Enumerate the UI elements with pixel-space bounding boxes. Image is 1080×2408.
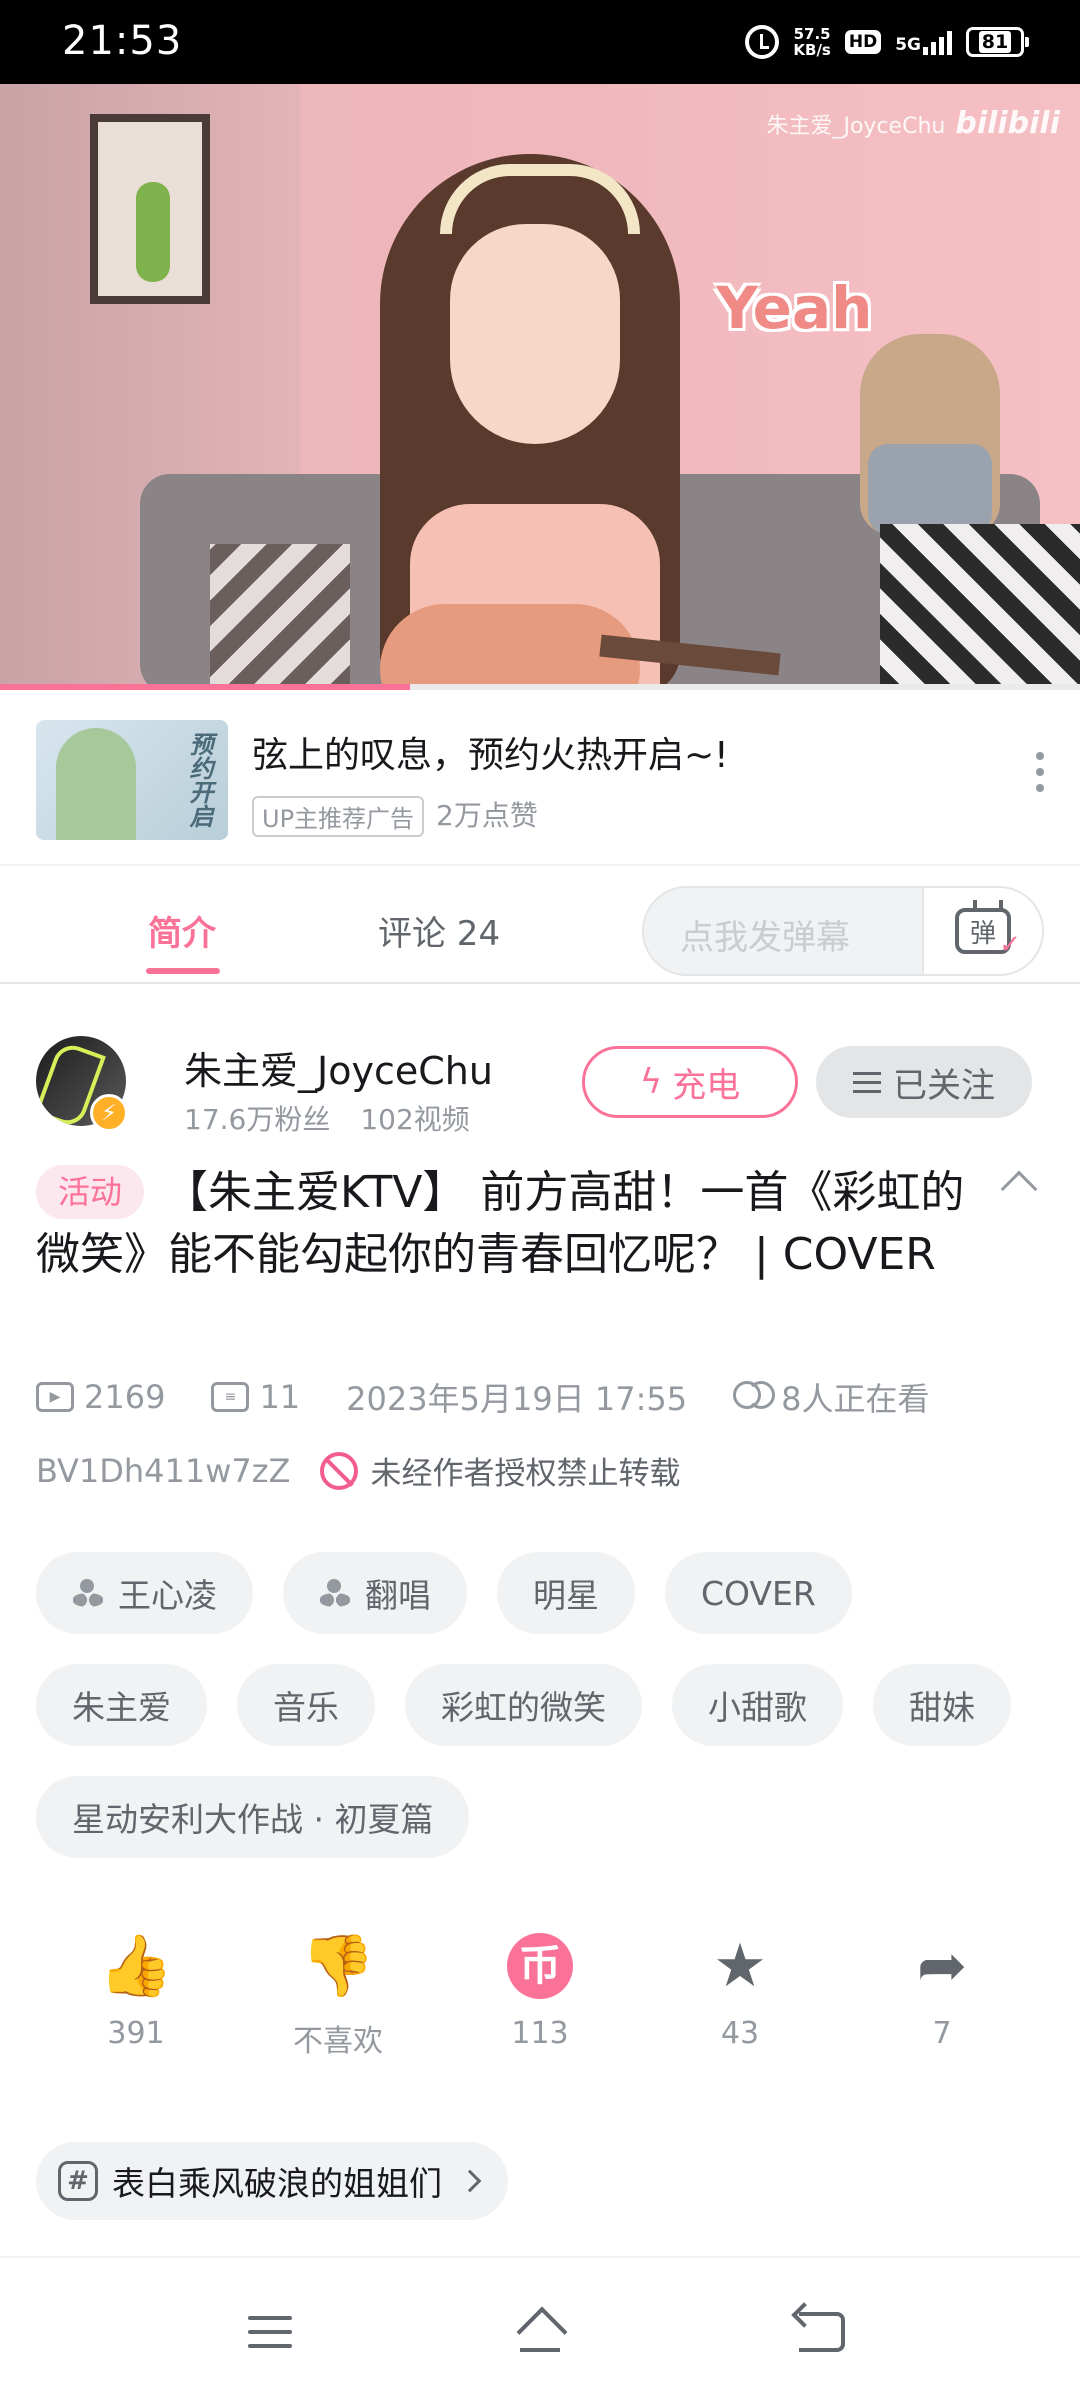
tag-chip[interactable]: 音乐 [237, 1664, 375, 1746]
lightning-badge-icon: ⚡ [90, 1094, 128, 1132]
activity-tag[interactable]: 活动 [36, 1165, 145, 1219]
ad-tag: UP主推荐广告 [252, 796, 425, 837]
tag-chip[interactable]: 翻唱 [283, 1552, 467, 1634]
tag-chip[interactable]: 明星 [497, 1552, 635, 1634]
ad-likes: 2万点赞 [436, 799, 538, 832]
status-bar: 21:53 57.5 KB/s HD 5G 81 [0, 0, 1080, 84]
coin-button[interactable]: 币 113 [460, 1930, 620, 2051]
tab-intro[interactable]: 简介 [146, 906, 220, 974]
video-player[interactable]: Yeah 朱主爱_JoyceChu bilibili [0, 84, 1080, 690]
ad-banner[interactable]: 预约开启 弦上的叹息，预约火热开启~! UP主推荐广告 2万点赞 [0, 690, 1080, 866]
watching-count: 8人正在看 [781, 1380, 930, 1418]
video-meta: BV1Dh411w7zZ 未经作者授权禁止转载 [36, 1448, 680, 1493]
favorite-count: 43 [720, 2016, 760, 2051]
chevron-right-icon [458, 2169, 482, 2193]
danmaku-count: 11 [259, 1378, 301, 1416]
battery-icon: 81 [966, 27, 1029, 57]
danmaku-icon: 弹 [955, 908, 1021, 960]
favorite-button[interactable]: ★ 43 [660, 1930, 820, 2051]
video-caption: Yeah [716, 274, 873, 342]
like-count: 391 [107, 2016, 165, 2051]
topic-label: 表白乘风破浪的姐姐们 [112, 2164, 442, 2203]
star-icon: ★ [713, 1931, 767, 2001]
fans-count: 17.6万粉丝 [184, 1103, 331, 1136]
tag-chip[interactable]: 星动安利大作战 · 初夏篇 [36, 1776, 470, 1858]
view-count: 2169 [84, 1378, 166, 1416]
tag-chip[interactable]: COVER [665, 1552, 852, 1634]
share-button[interactable]: ➦ 7 [862, 1930, 1022, 2051]
back-icon [799, 2312, 845, 2352]
ad-title[interactable]: 弦上的叹息，预约火热开启~! [252, 726, 729, 778]
action-bar: 👍 391 👎 不喜欢 币 113 ★ 43 ➦ 7 [0, 1930, 1080, 2070]
follow-button[interactable]: 已关注 [816, 1046, 1032, 1118]
bvid[interactable]: BV1Dh411w7zZ [36, 1452, 290, 1490]
lightning-icon: ϟ [639, 1062, 663, 1102]
like-button[interactable]: 👍 391 [56, 1930, 216, 2051]
coin-count: 113 [511, 2016, 569, 2051]
ad-thumbnail[interactable]: 预约开启 [36, 720, 228, 840]
tab-comments[interactable]: 评论 24 [378, 906, 500, 955]
menu-icon [248, 2316, 292, 2348]
hashtag-icon: # [58, 2161, 98, 2201]
alarm-icon [745, 25, 780, 59]
danmaku-count-icon: ≡ [211, 1382, 250, 1412]
thumbs-down-icon: 👎 [300, 1931, 376, 2001]
uploader-stats: 17.6万粉丝 102视频 [184, 1098, 470, 1138]
home-icon [518, 2312, 562, 2352]
system-nav-bar [0, 2256, 1080, 2408]
danmaku-placeholder: 点我发弹幕 [680, 918, 850, 958]
tag-chip[interactable]: 王心凌 [36, 1552, 253, 1634]
status-icons: 57.5 KB/s HD 5G 81 [745, 20, 1029, 64]
home-button[interactable] [500, 2302, 580, 2362]
tag-chip[interactable]: 彩虹的微笑 [405, 1664, 642, 1746]
tag-chip[interactable]: 朱主爱 [36, 1664, 207, 1746]
tag-chip[interactable]: 甜妹 [873, 1664, 1011, 1746]
network-speed: 57.5 KB/s [793, 25, 831, 59]
dislike-label: 不喜欢 [293, 2024, 383, 2059]
tag-chip[interactable]: 小甜歌 [672, 1664, 843, 1746]
uploader-name[interactable]: 朱主爱_JoyceChu [184, 1040, 493, 1095]
singer [450, 224, 620, 444]
video-count: 102视频 [360, 1103, 470, 1136]
video-stats: ▶ 2169 ≡ 11 2023年5月19日 17:55 8人正在看 [36, 1374, 1046, 1420]
people-icon [72, 1579, 106, 1607]
coin-icon: 币 [504, 1930, 576, 2002]
video-title: 活动 【朱主爱KTV】 前方高甜！一首《彩虹的微笑》能不能勾起你的青春回忆呢？ |… [36, 1165, 965, 1280]
tag-list: 王心凌 翻唱 明星 COVER 朱主爱 音乐 彩虹的微笑 小甜歌 甜妹 星动安利… [36, 1552, 1046, 1858]
watching-icon [733, 1379, 776, 1415]
status-time: 21:53 [62, 18, 183, 64]
share-arrow-icon: ➦ [916, 1931, 968, 2001]
menu-lines-icon [853, 1071, 881, 1093]
people-icon [319, 1579, 353, 1607]
recent-apps-button[interactable] [230, 2302, 310, 2362]
share-count: 7 [932, 2016, 952, 2051]
dislike-button[interactable]: 👎 不喜欢 [258, 1930, 418, 2060]
play-count-icon: ▶ [36, 1382, 74, 1412]
copyright-notice: 未经作者授权禁止转载 [370, 1456, 681, 1492]
tab-bar: 简介 评论 24 点我发弹幕 弹 [0, 866, 1080, 984]
topic-chip[interactable]: # 表白乘风破浪的姐姐们 [36, 2142, 508, 2220]
publish-date: 2023年5月19日 17:55 [346, 1380, 688, 1418]
uploader-info: ⚡ 朱主爱_JoyceChu 17.6万粉丝 102视频 ϟ 充电 已关注 [0, 1010, 1080, 1140]
more-options-icon[interactable] [1034, 752, 1046, 792]
video-watermark: 朱主爱_JoyceChu bilibili [766, 106, 1060, 141]
danmaku-input[interactable]: 点我发弹幕 弹 [642, 886, 1044, 976]
bilibili-logo: bilibili [955, 106, 1060, 141]
signal-icon: 5G [895, 29, 952, 55]
back-button[interactable] [782, 2302, 862, 2362]
picture-frame [90, 114, 210, 304]
hd-icon: HD [844, 30, 882, 54]
thumbs-up-icon: 👍 [98, 1931, 174, 2001]
collapse-chevron-icon[interactable] [1000, 1170, 1038, 1208]
charge-button[interactable]: ϟ 充电 [582, 1046, 798, 1118]
danmaku-toggle-button[interactable]: 弹 [922, 888, 1042, 974]
no-repost-icon [320, 1451, 359, 1490]
